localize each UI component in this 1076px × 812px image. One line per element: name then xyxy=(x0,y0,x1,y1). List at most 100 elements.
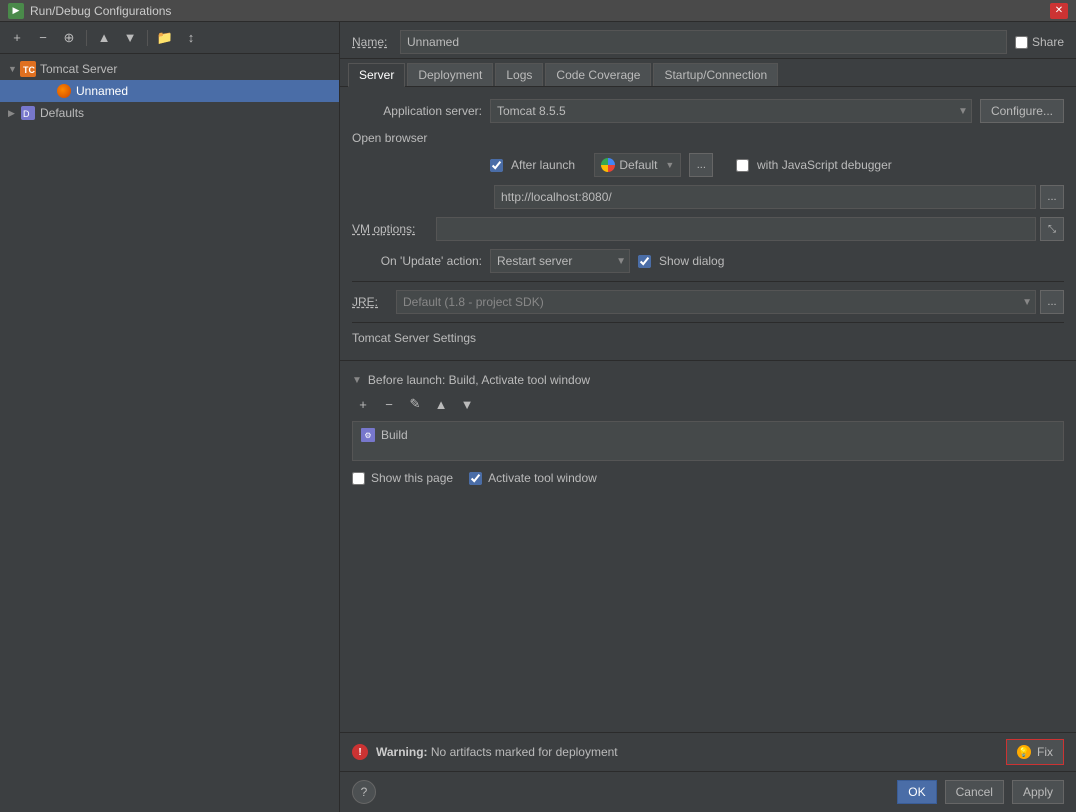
url-row: ... xyxy=(352,185,1064,209)
spacer xyxy=(340,491,1076,732)
jre-input[interactable] xyxy=(396,290,1036,314)
js-debugger-label: with JavaScript debugger xyxy=(757,158,892,172)
before-launch-add-button[interactable]: + xyxy=(352,393,374,415)
browser-combo: Default ▼ xyxy=(594,153,681,177)
on-update-select[interactable]: Restart server xyxy=(490,249,630,273)
app-server-combo: ▼ xyxy=(490,99,972,123)
before-launch-down-button[interactable]: ▼ xyxy=(456,393,478,415)
close-button[interactable]: ✕ xyxy=(1050,3,1068,19)
build-icon: ⚙ xyxy=(361,428,375,442)
warning-icon: ! xyxy=(352,744,368,760)
tomcat-settings-label: Tomcat Server Settings xyxy=(352,331,1064,345)
window-title: Run/Debug Configurations xyxy=(30,4,1050,18)
browser-value: Default xyxy=(619,158,657,172)
app-icon: ▶ xyxy=(8,3,24,19)
sidebar-item-tomcat-server[interactable]: ▼ TC Tomcat Server xyxy=(0,58,339,80)
before-launch-list: ⚙ Build xyxy=(352,421,1064,461)
sort-button[interactable]: ↕ xyxy=(180,27,202,49)
svg-text:TC: TC xyxy=(23,65,35,75)
defaults-arrow: ▶ xyxy=(8,108,20,119)
sidebar-item-unnamed[interactable]: Unnamed xyxy=(0,80,339,102)
name-input[interactable] xyxy=(400,30,1007,54)
cancel-button[interactable]: Cancel xyxy=(945,780,1004,804)
fix-bulb-icon: 💡 xyxy=(1017,745,1031,759)
share-row: Share xyxy=(1015,35,1064,49)
before-launch-header: ▼ Before launch: Build, Activate tool wi… xyxy=(352,373,1064,387)
tabs-bar: Server Deployment Logs Code Coverage Sta… xyxy=(340,59,1076,87)
content-area: Name: Share Server Deployment Logs Code … xyxy=(340,22,1076,812)
tab-deployment[interactable]: Deployment xyxy=(407,63,493,86)
before-launch-toolbar: + − ✎ ▲ ▼ xyxy=(352,393,1064,415)
build-label: Build xyxy=(381,428,408,442)
jre-combo: ▼ xyxy=(396,290,1036,314)
after-launch-checkbox[interactable] xyxy=(490,159,503,172)
warning-text: Warning: No artifacts marked for deploym… xyxy=(376,745,998,759)
share-label: Share xyxy=(1032,35,1064,49)
defaults-icon: D xyxy=(20,105,36,121)
name-row: Name: Share xyxy=(340,22,1076,59)
add-config-button[interactable]: + xyxy=(6,27,28,49)
app-server-input[interactable] xyxy=(490,99,972,123)
url-more-button[interactable]: ... xyxy=(1040,185,1064,209)
share-checkbox[interactable] xyxy=(1015,36,1028,49)
toolbar-sep-1 xyxy=(86,30,87,46)
move-down-button[interactable]: ▼ xyxy=(119,27,141,49)
apply-button[interactable]: Apply xyxy=(1012,780,1064,804)
before-launch-remove-button[interactable]: − xyxy=(378,393,400,415)
before-launch-edit-button[interactable]: ✎ xyxy=(404,393,426,415)
unnamed-icon xyxy=(56,83,72,99)
vm-expand-button[interactable]: ⤡ xyxy=(1040,217,1064,241)
after-launch-label: After launch xyxy=(511,158,575,172)
fix-button[interactable]: 💡 Fix xyxy=(1006,739,1064,765)
tomcat-server-label: Tomcat Server xyxy=(40,62,117,76)
warning-bold: Warning: xyxy=(376,745,428,759)
tomcat-server-icon: TC xyxy=(20,61,36,77)
browser-combo-arrow-icon: ▼ xyxy=(665,160,674,170)
url-input[interactable] xyxy=(494,185,1036,209)
defaults-label: Defaults xyxy=(40,106,84,120)
on-update-label: On 'Update' action: xyxy=(352,254,482,268)
svg-text:D: D xyxy=(23,109,30,119)
footer-buttons: OK Cancel Apply xyxy=(897,780,1064,804)
bottom-options: Show this page Activate tool window xyxy=(340,465,1076,491)
show-page-label: Show this page xyxy=(371,471,453,485)
move-up-button[interactable]: ▲ xyxy=(93,27,115,49)
configure-button[interactable]: Configure... xyxy=(980,99,1064,123)
help-button[interactable]: ? xyxy=(352,780,376,804)
tab-server[interactable]: Server xyxy=(348,63,405,87)
show-dialog-checkbox[interactable] xyxy=(638,255,651,268)
before-launch-section: ▼ Before launch: Build, Activate tool wi… xyxy=(340,369,1076,465)
jre-more-button[interactable]: ... xyxy=(1040,290,1064,314)
dialog-footer: ? OK Cancel Apply xyxy=(340,771,1076,812)
vm-options-row: VM options: ⤡ xyxy=(352,217,1064,241)
vm-options-input[interactable] xyxy=(436,217,1036,241)
server-panel: Application server: ▼ Configure... Open … xyxy=(340,87,1076,352)
folder-button[interactable]: 📁 xyxy=(154,27,176,49)
on-update-row: On 'Update' action: Restart server ▼ Sho… xyxy=(352,249,1064,273)
activate-tool-row: Activate tool window xyxy=(469,471,597,485)
activate-tool-checkbox[interactable] xyxy=(469,472,482,485)
sidebar: + − ⊕ ▲ ▼ 📁 ↕ ▼ TC Tomcat Server xyxy=(0,22,340,812)
browser-more-button[interactable]: ... xyxy=(689,153,713,177)
before-launch-up-button[interactable]: ▲ xyxy=(430,393,452,415)
show-dialog-label: Show dialog xyxy=(659,254,724,268)
activate-tool-label: Activate tool window xyxy=(488,471,597,485)
config-tree: ▼ TC Tomcat Server Unnamed ▶ xyxy=(0,54,339,812)
show-page-checkbox[interactable] xyxy=(352,472,365,485)
divider-2 xyxy=(352,322,1064,323)
tab-code-coverage[interactable]: Code Coverage xyxy=(545,63,651,86)
ok-button[interactable]: OK xyxy=(897,780,936,804)
tab-logs[interactable]: Logs xyxy=(495,63,543,86)
tab-startup-connection[interactable]: Startup/Connection xyxy=(653,63,778,86)
app-server-row: Application server: ▼ Configure... xyxy=(352,99,1064,123)
launch-item-build: ⚙ Build xyxy=(357,426,1059,444)
sidebar-item-defaults[interactable]: ▶ D Defaults xyxy=(0,102,339,124)
copy-config-button[interactable]: ⊕ xyxy=(58,27,80,49)
on-update-combo: Restart server ▼ xyxy=(490,249,630,273)
vm-options-label: VM options: xyxy=(352,222,432,236)
open-browser-label: Open browser xyxy=(352,131,1064,145)
remove-config-button[interactable]: − xyxy=(32,27,54,49)
js-debugger-checkbox[interactable] xyxy=(736,159,749,172)
fix-button-label: Fix xyxy=(1037,745,1053,759)
before-launch-arrow-icon[interactable]: ▼ xyxy=(352,375,362,386)
